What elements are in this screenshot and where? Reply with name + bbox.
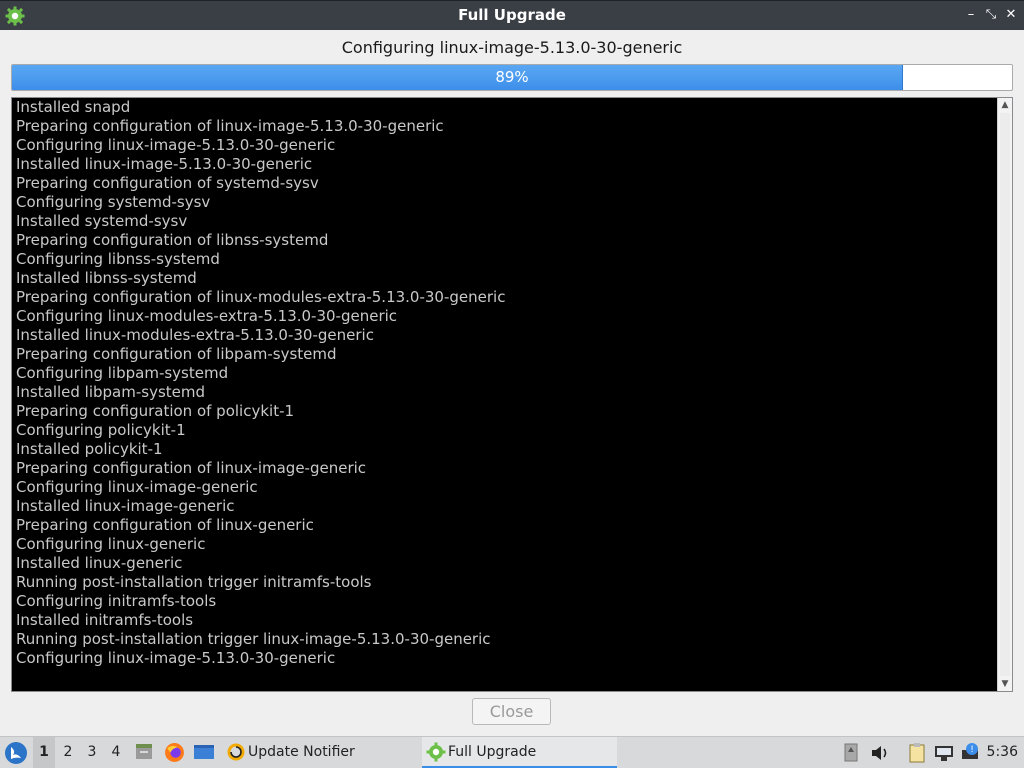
status-label: Configuring linux-image-5.13.0-30-generi…: [341, 38, 683, 57]
clipboard-icon[interactable]: [906, 742, 928, 764]
log-line: Configuring libpam-systemd: [16, 364, 229, 382]
close-button[interactable]: Close: [472, 698, 551, 725]
log-line: Installed systemd-sysv: [16, 212, 188, 230]
taskbar: 1234 Update Notifier Full Upgrade ! 5:36: [0, 736, 1024, 768]
log-line: Installed linux-image-generic: [16, 497, 235, 515]
log-line: Installed libpam-systemd: [16, 383, 206, 401]
log-line: Preparing configuration of libnss-system…: [16, 231, 329, 249]
task-full-upgrade[interactable]: Full Upgrade: [422, 737, 617, 768]
volume-icon[interactable]: [870, 743, 890, 763]
desktop-icon[interactable]: [193, 743, 215, 762]
log-lines: Installed snapd Preparing configuration o…: [16, 98, 996, 691]
log-scrollbar[interactable]: ▲ ▼: [997, 98, 1012, 691]
log-line: Preparing configuration of linux-image-g…: [16, 459, 367, 477]
log-line: Installed linux-image-5.13.0-30-generic: [16, 155, 313, 173]
progress-bar: 89%: [11, 64, 1013, 91]
log-line: Installed linux-modules-extra-5.13.0-30-…: [16, 326, 374, 344]
log-line: Preparing configuration of linux-modules…: [16, 288, 506, 306]
desktop-4-button[interactable]: 4: [105, 737, 127, 768]
log-line: Preparing configuration of systemd-sysv: [16, 174, 319, 192]
desktop-1-button[interactable]: 1: [33, 737, 55, 768]
log-line: Installed initramfs-tools: [16, 611, 194, 629]
title-bar[interactable]: Full Upgrade – ⤡ ✕: [0, 0, 1024, 30]
close-window-button[interactable]: ✕: [1004, 8, 1018, 22]
removable-media-icon[interactable]: [843, 742, 859, 763]
log-line: Preparing configuration of libpam-system…: [16, 345, 337, 363]
svg-text:!: !: [970, 745, 974, 755]
log-line: Configuring policykit-1: [16, 421, 186, 439]
log-line: Configuring linux-image-generic: [16, 478, 258, 496]
firefox-icon[interactable]: [164, 742, 185, 763]
log-line: Installed snapd: [16, 98, 131, 116]
scroll-down-icon[interactable]: ▼: [998, 677, 1012, 691]
desktop-3-button[interactable]: 3: [81, 737, 103, 768]
log-line: Preparing configuration of policykit-1: [16, 402, 295, 420]
network-icon[interactable]: [933, 742, 955, 764]
log-line: Running post-installation trigger linux-…: [16, 630, 491, 648]
log-line: Configuring linux-modules-extra-5.13.0-3…: [16, 307, 398, 325]
log-line: Configuring linux-generic: [16, 535, 206, 553]
gear-icon: [426, 742, 446, 762]
start-menu-icon[interactable]: [4, 741, 28, 765]
log-output[interactable]: Installed snapd Preparing configuration o…: [11, 97, 1013, 692]
task-label: Update Notifier: [248, 744, 355, 760]
scroll-thumb[interactable]: [1000, 113, 1010, 676]
log-line: Preparing configuration of linux-generic: [16, 516, 314, 534]
log-line: Installed libnss-systemd: [16, 269, 197, 287]
log-line: Configuring linux-image-5.13.0-30-generi…: [16, 136, 336, 154]
window-title: Full Upgrade: [458, 6, 566, 24]
log-line: Configuring initramfs-tools: [16, 592, 217, 610]
minimize-button[interactable]: –: [964, 8, 978, 22]
task-update-notifier[interactable]: Update Notifier: [222, 737, 418, 768]
progress-percent: 89%: [495, 68, 529, 86]
log-line: Installed linux-generic: [16, 554, 183, 572]
file-manager-icon[interactable]: [134, 742, 154, 762]
log-line: Configuring systemd-sysv: [16, 193, 211, 211]
log-line: Preparing configuration of linux-image-5…: [16, 117, 444, 135]
clock[interactable]: 5:36: [987, 737, 1018, 768]
log-line: Running post-installation trigger initra…: [16, 573, 372, 591]
desktop-2-button[interactable]: 2: [57, 737, 79, 768]
scroll-up-icon[interactable]: ▲: [998, 98, 1012, 112]
task-label: Full Upgrade: [448, 744, 537, 760]
log-line: Configuring linux-image-5.13.0-30-generi…: [16, 649, 336, 667]
log-line: Installed policykit-1: [16, 440, 163, 458]
maximize-button[interactable]: ⤡: [984, 8, 998, 22]
update-notifier-icon: [227, 743, 245, 761]
update-available-icon[interactable]: !: [960, 742, 982, 764]
full-upgrade-window: Full Upgrade – ⤡ ✕ Configuring linux-ima…: [0, 0, 1024, 736]
log-line: Configuring libnss-systemd: [16, 250, 220, 268]
